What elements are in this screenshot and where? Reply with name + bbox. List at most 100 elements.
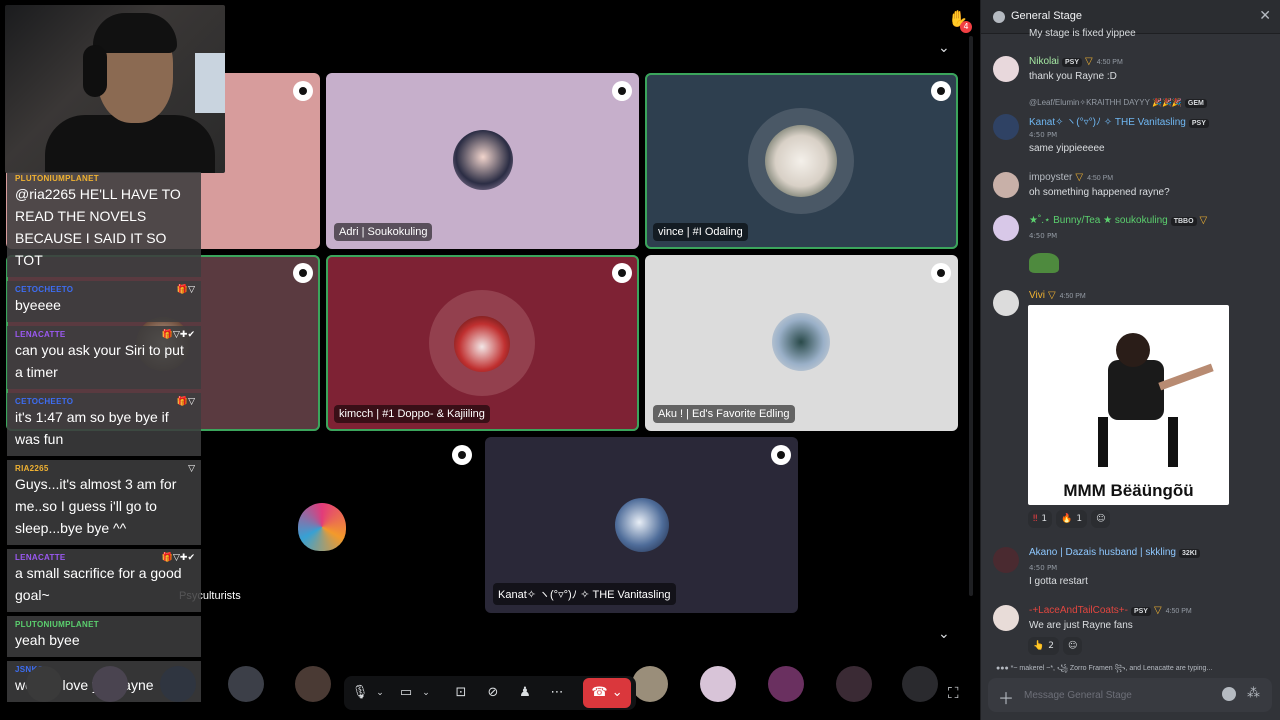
badge-icon: 🎁▽✚✔ (161, 330, 195, 340)
reaction-button[interactable]: 🔥 1 (1056, 510, 1088, 528)
typing-text: *~ makerel ~*, ꧁ Zorro Framen ꧂, and Len… (1010, 665, 1213, 672)
reaction-button[interactable]: ‼ 1 (1028, 510, 1053, 528)
typing-dots-icon: ●●● (996, 665, 1011, 672)
avatar[interactable] (993, 605, 1019, 631)
audience-avatar[interactable] (92, 666, 128, 702)
participant-tile[interactable]: vince | #I Odaling (645, 73, 958, 249)
stream-chat-message: CETOCHEETO 🎁▽ it's 1:47 am so bye bye if… (7, 393, 201, 456)
pin-icon[interactable] (931, 81, 951, 101)
close-icon[interactable]: ✕ (1259, 8, 1271, 24)
message-author[interactable]: Akano | Dazais husband | skkling 32KI (1029, 547, 1200, 558)
pin-icon[interactable] (612, 263, 632, 283)
avatar[interactable] (993, 114, 1019, 140)
pin-icon[interactable] (612, 81, 632, 101)
avatar[interactable] (993, 215, 1019, 241)
message-author[interactable]: ★˚.⋆ Bunny/Tea ★ soukokuling TBBO ▽ (1029, 215, 1207, 226)
timestamp: 4:50 PM (1165, 608, 1192, 615)
audience-avatar[interactable] (902, 666, 938, 702)
message-author[interactable]: Vivi ▽ 4:50 PM (1029, 290, 1086, 301)
chevron-down-icon[interactable]: ⌄ (416, 683, 436, 703)
add-reaction-icon[interactable]: ☺ (1091, 510, 1111, 528)
pin-icon[interactable] (293, 263, 313, 283)
avatar[interactable] (993, 547, 1019, 573)
badge-icon: 🎁▽ (176, 397, 195, 407)
timestamp: 4:50 PM (1029, 564, 1058, 572)
meme-figure (1108, 360, 1164, 420)
meme-figure (1098, 417, 1178, 467)
message-author[interactable]: Nikolai PSY ▽ 4:50 PM (1029, 56, 1123, 67)
message-input[interactable] (1024, 686, 1214, 704)
activity-off-icon[interactable]: ⊘ (483, 683, 503, 703)
audience-avatar[interactable] (295, 666, 331, 702)
stream-chat-user: CETOCHEETO (15, 285, 74, 294)
avatar (772, 313, 830, 371)
message-text: We are just Rayne fans (1029, 620, 1133, 631)
microphone-icon[interactable]: 🎙 (350, 683, 370, 703)
message-author[interactable]: impoyster ▽ 4:50 PM (1029, 172, 1113, 183)
timestamp: 4:50 PM (1029, 232, 1058, 240)
raise-hand-icon[interactable]: ✋ 4 (948, 9, 972, 33)
message-text: same yippieeeee (1029, 143, 1105, 154)
stage-scrollbar[interactable] (969, 36, 973, 596)
avatar (765, 125, 837, 197)
role-tag: PSY (1062, 58, 1083, 67)
audience-avatar[interactable] (632, 666, 668, 702)
chevron-down-icon[interactable]: ⌄ (370, 683, 390, 703)
author-name: -+LaceAndTailCoats+- (1029, 605, 1128, 616)
avatar[interactable] (993, 172, 1019, 198)
participant-name: vince | #I Odaling (653, 223, 748, 241)
headphones-icon (83, 45, 107, 97)
panel-title: General Stage (1011, 10, 1082, 22)
audience-avatar[interactable] (768, 666, 804, 702)
stream-chat-text: can you ask your Siri to put a timer (15, 342, 184, 380)
audience-avatar[interactable] (700, 666, 736, 702)
participant-tile[interactable]: Kanat✧ ヽ(°▿°)ﾉ ✧ THE Vanitasling (485, 437, 798, 613)
server-logo (298, 503, 346, 551)
avatar[interactable] (993, 290, 1019, 316)
reactions: 👆 2 ☺ (1028, 637, 1083, 655)
reaction-count: 2 (1048, 641, 1054, 651)
reaction-button[interactable]: 👆 2 (1028, 637, 1059, 655)
audience-avatar[interactable] (26, 666, 62, 702)
reaction-count: 1 (1076, 514, 1083, 524)
emoji-icon[interactable] (1222, 687, 1236, 701)
badge-icon: 🎁▽✚✔ (161, 553, 195, 563)
pin-icon[interactable] (771, 445, 791, 465)
camera-off-icon[interactable]: ▭ (396, 683, 416, 703)
reaction-count: 1 (1041, 514, 1048, 524)
more-icon[interactable]: ⋯ (547, 683, 567, 703)
author-name: Vivi (1029, 290, 1045, 301)
message-author[interactable]: Kanat✧ ヽ(°▿°)ﾉ ✧ THE Vanitasling PSY (1029, 113, 1209, 128)
stream-chat-user: CETOCHEETO (15, 397, 74, 406)
fullscreen-icon[interactable]: ⛶ (948, 684, 959, 702)
call-controls: 🎙 ⌄ ▭ ⌄ ⊡ ⊘ ♟ ⋯ ☎ ⌄ (344, 676, 636, 710)
audience-avatar[interactable] (228, 666, 264, 702)
chevron-down-icon[interactable]: ⌄ (938, 626, 950, 642)
message-author[interactable]: -+LaceAndTailCoats+- PSY ▽ 4:50 PM (1029, 605, 1192, 616)
reaction-emoji: ‼ (1033, 514, 1038, 524)
pin-icon[interactable] (293, 81, 313, 101)
add-reaction-icon[interactable]: ☺ (1062, 637, 1083, 655)
raise-hand-count: 4 (960, 21, 972, 33)
avatar (615, 498, 669, 552)
participant-tile[interactable]: Adri | Soukokuling (326, 73, 639, 249)
apps-icon[interactable]: ⁂ (1247, 686, 1260, 701)
leave-call-button[interactable]: ☎ ⌄ (583, 678, 631, 708)
avatar[interactable] (993, 56, 1019, 82)
plus-icon[interactable]: ＋ (998, 685, 1014, 709)
author-name: ★˚.⋆ Bunny/Tea ★ soukokuling (1029, 215, 1168, 226)
meme-image[interactable]: MMM Bëäüngõü (1028, 305, 1229, 505)
pin-icon[interactable] (931, 263, 951, 283)
stream-chat-text: byeeee (15, 297, 61, 313)
stream-chat-text: Guys...it's almost 3 am for me..so I gue… (15, 476, 177, 536)
screen-share-icon[interactable]: ⊡ (451, 683, 471, 703)
participant-tile[interactable]: Psyculturists (166, 437, 479, 613)
pin-icon[interactable] (452, 445, 472, 465)
audience-avatar[interactable] (160, 666, 196, 702)
reaction-emoji: 🔥 (1061, 514, 1073, 524)
participant-tile[interactable]: kimcch | #1 Doppo- & Kajiiling (326, 255, 639, 431)
participant-tile[interactable]: Aku ! | Ed's Favorite Edling (645, 255, 958, 431)
chevron-down-icon[interactable]: ⌄ (938, 40, 950, 56)
invite-speaker-icon[interactable]: ♟ (515, 683, 535, 703)
audience-avatar[interactable] (836, 666, 872, 702)
